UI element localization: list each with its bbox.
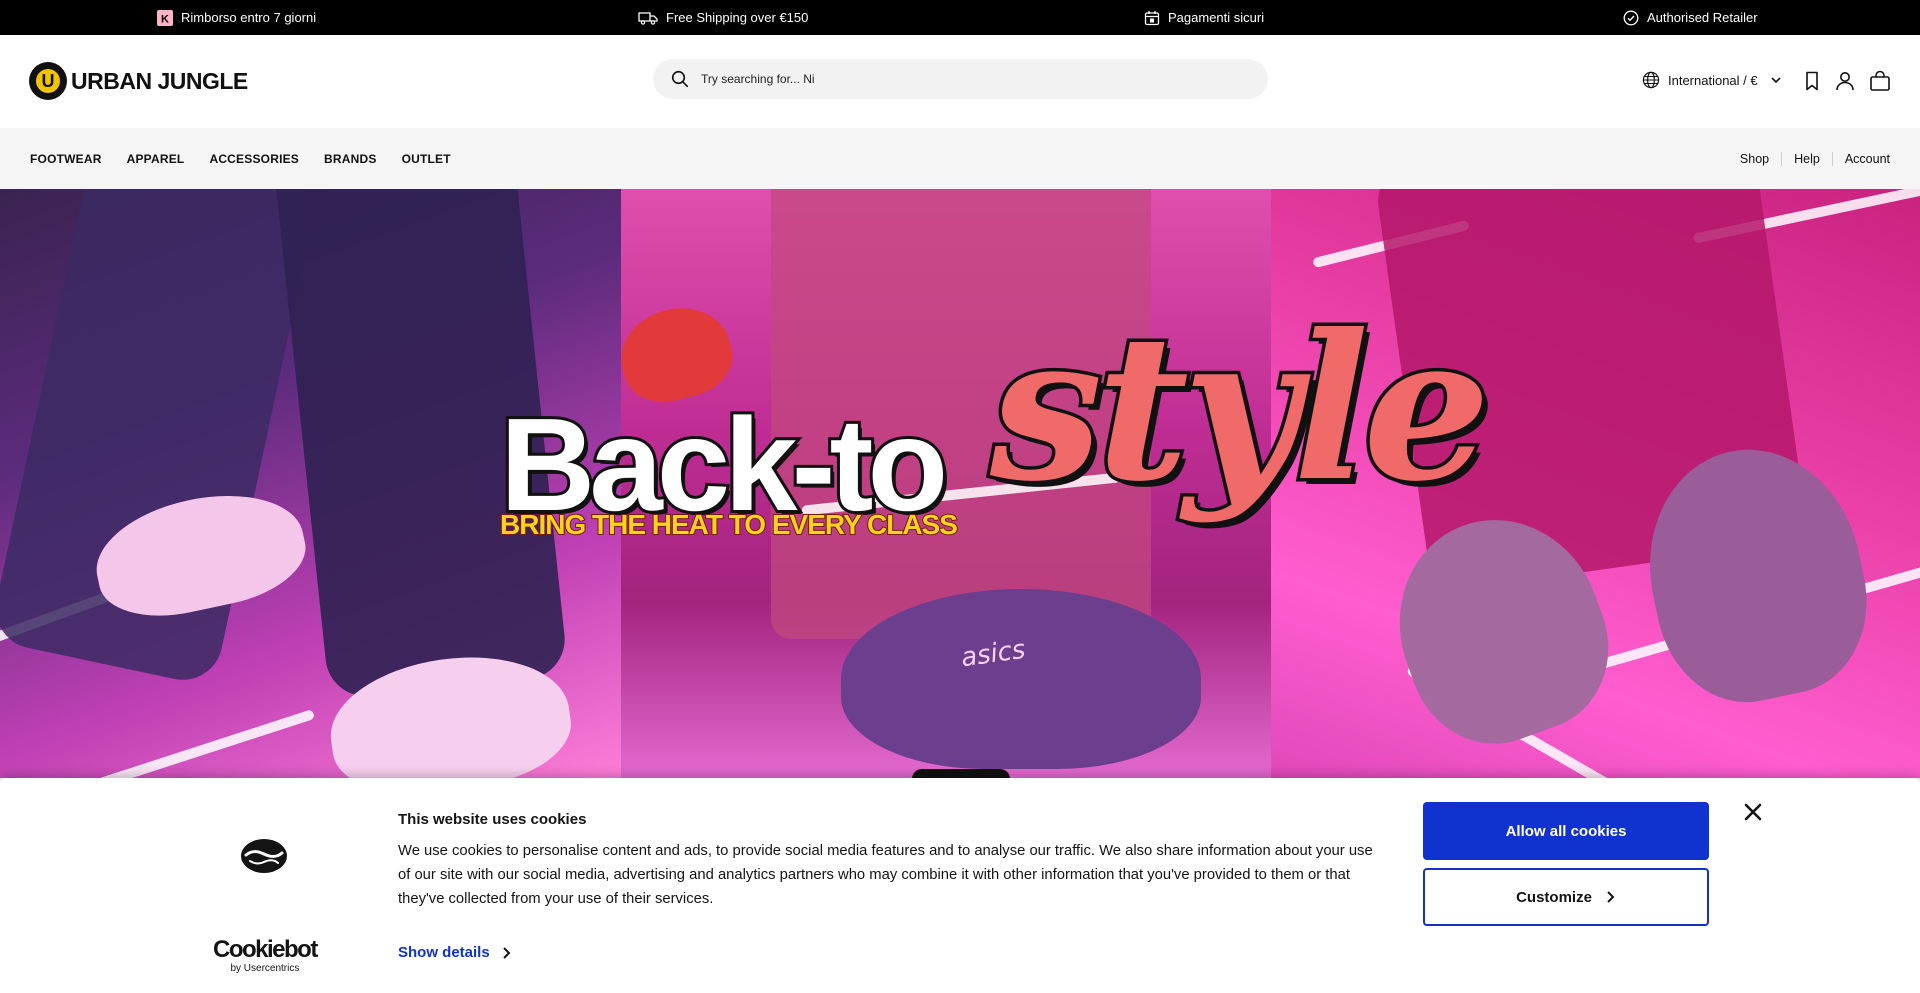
cookie-title: This website uses cookies (398, 811, 587, 828)
show-details-link[interactable]: Show details (398, 944, 512, 961)
user-icon[interactable] (1834, 70, 1856, 92)
chevron-down-icon (1771, 77, 1781, 84)
headline-style: style (986, 291, 1493, 526)
nav-apparel[interactable]: APPAREL (127, 152, 185, 166)
hero-banner[interactable]: asics Back-to style BRING THE HEAT TO EV… (0, 189, 1920, 778)
calendar-icon (1144, 10, 1160, 25)
klarna-icon: K (157, 9, 173, 26)
cookiebot-logo-icon (241, 839, 287, 873)
close-icon[interactable] (1741, 800, 1765, 824)
show-details-label: Show details (398, 944, 490, 961)
search-input[interactable] (701, 72, 1241, 86)
neon-stripe (64, 709, 316, 778)
bookmark-icon[interactable] (1801, 70, 1823, 92)
cookie-description: We use cookies to personalise content an… (398, 843, 1373, 907)
logo-mark: U (29, 62, 67, 100)
utility-menu: Shop Help Account (1728, 128, 1890, 189)
nav-accessories[interactable]: ACCESSORIES (209, 152, 299, 166)
nav-shop[interactable]: Shop (1728, 152, 1781, 166)
nav-brands[interactable]: BRANDS (324, 152, 377, 166)
nav-outlet[interactable]: OUTLET (402, 152, 451, 166)
cookiebot-brand-name: Cookiebot (213, 936, 318, 963)
announcement-payments: Pagamenti sicuri (1144, 0, 1264, 35)
announcement-shipping: Free Shipping over €150 (638, 0, 808, 35)
announcement-refund: K Rimborso entro 7 giorni (157, 0, 316, 35)
allow-all-cookies-button[interactable]: Allow all cookies (1423, 802, 1709, 860)
asics-sneaker (841, 589, 1201, 769)
site-logo[interactable]: U URBAN JUNGLE (29, 62, 248, 100)
announcement-retailer-label: Authorised Retailer (1647, 10, 1758, 25)
logo-text: URBAN JUNGLE (71, 67, 248, 94)
nav-footwear[interactable]: FOOTWEAR (30, 152, 102, 166)
truck-icon (638, 11, 658, 25)
customize-label: Customize (1516, 888, 1592, 906)
globe-icon (1642, 71, 1660, 89)
bag-icon[interactable] (1869, 70, 1891, 92)
search-bar[interactable] (653, 59, 1268, 99)
search-icon[interactable] (671, 70, 689, 88)
announcement-bar: K Rimborso entro 7 giorni Free Shipping … (0, 0, 1920, 35)
customize-cookies-button[interactable]: Customize (1423, 868, 1709, 926)
cookiebot-brand-sub: by Usercentrics (230, 963, 300, 974)
nav-account[interactable]: Account (1831, 151, 1890, 166)
slider-indicator[interactable] (912, 769, 1010, 778)
announcement-retailer: Authorised Retailer (1623, 0, 1758, 35)
locale-selector[interactable]: International / € (1642, 71, 1782, 89)
svg-text:K: K (161, 13, 169, 25)
site-header: U URBAN JUNGLE International / € (0, 35, 1920, 128)
logo-letter: U (34, 67, 62, 95)
chevron-right-icon (502, 946, 511, 959)
announcement-shipping-label: Free Shipping over €150 (666, 10, 809, 25)
chevron-right-icon (1607, 891, 1615, 903)
announcement-payments-label: Pagamenti sicuri (1168, 10, 1265, 25)
locale-label: International / € (1668, 72, 1758, 88)
cookiebot-brand[interactable]: Cookiebot by Usercentrics (213, 936, 318, 975)
category-menu: FOOTWEAR APPAREL ACCESSORIES BRANDS OUTL… (30, 128, 451, 189)
hero-tagline: BRING THE HEAT TO EVERY CLASS (499, 508, 959, 541)
announcement-refund-label: Rimborso entro 7 giorni (181, 10, 317, 25)
nav-help[interactable]: Help (1781, 151, 1832, 166)
cookie-banner: Cookiebot by Usercentrics This website u… (0, 778, 1920, 993)
check-circle-icon (1623, 10, 1639, 25)
main-navigation: FOOTWEAR APPAREL ACCESSORIES BRANDS OUTL… (0, 128, 1920, 189)
